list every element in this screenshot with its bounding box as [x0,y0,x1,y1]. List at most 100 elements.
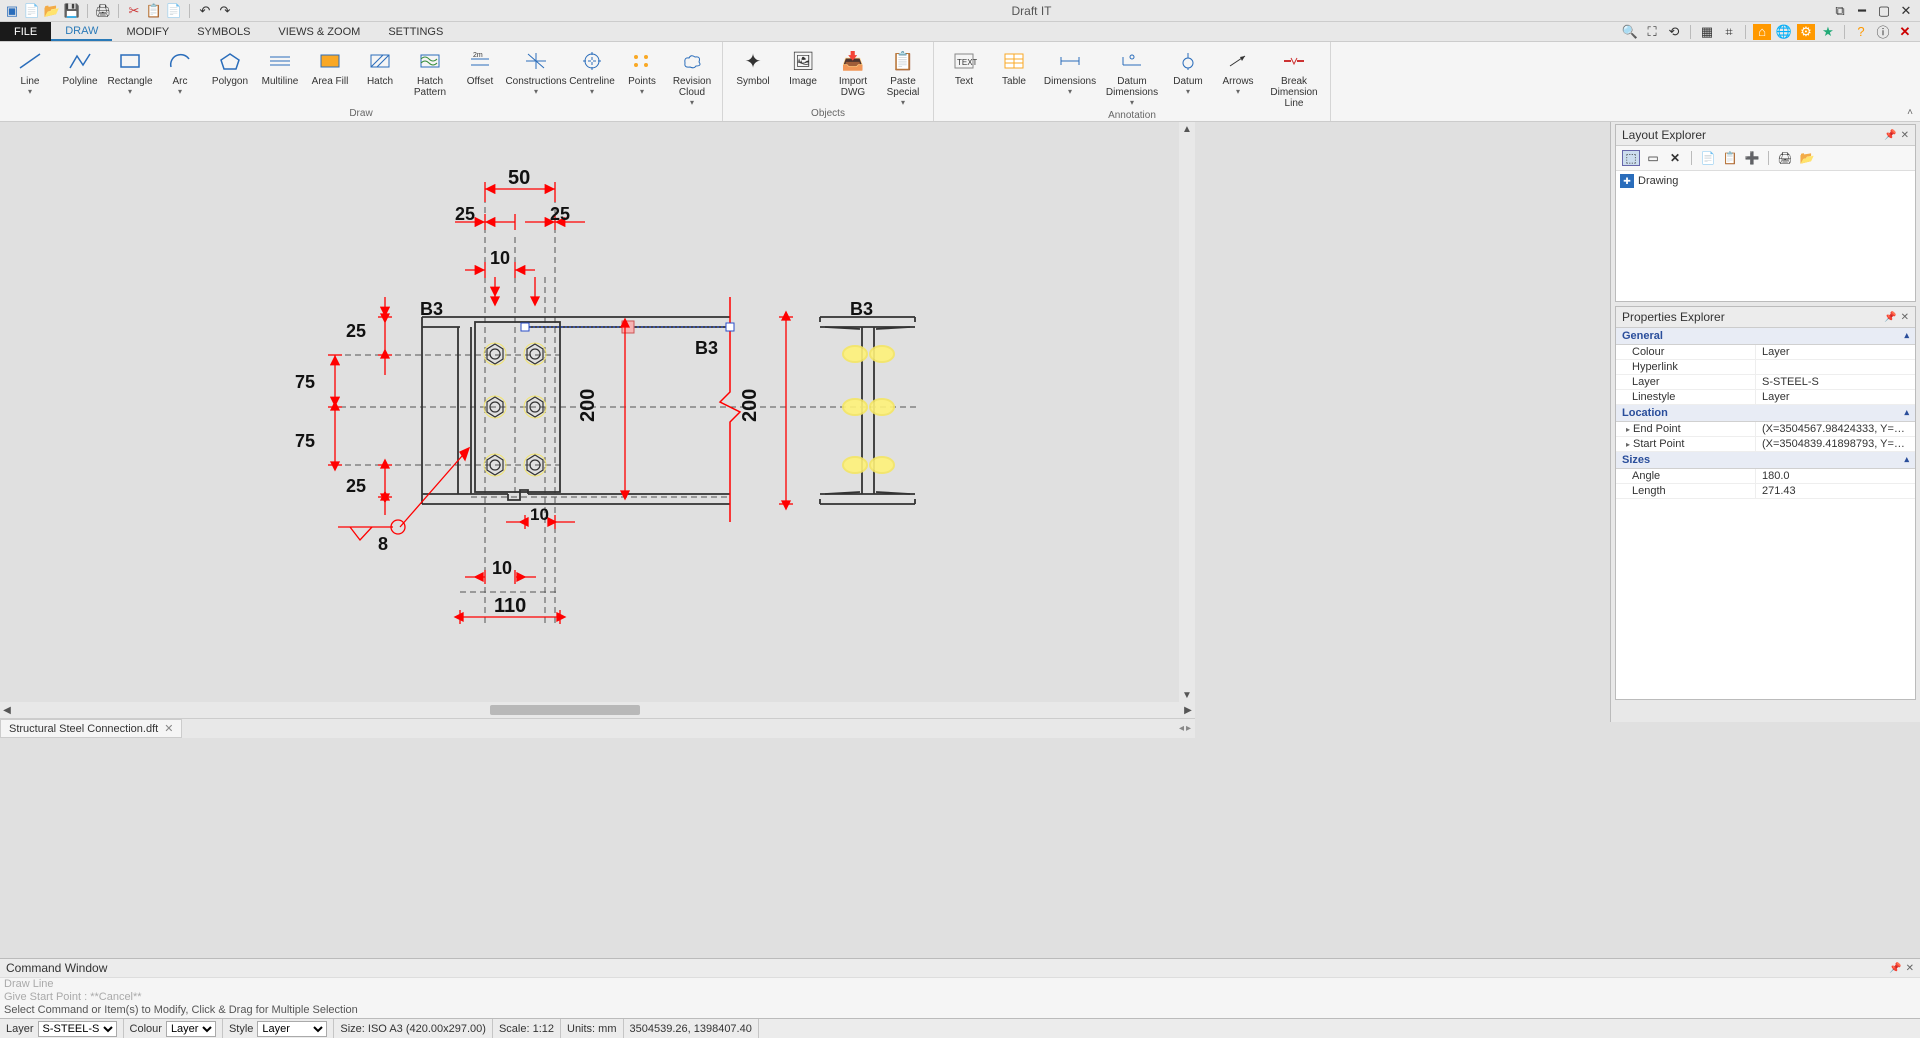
zoom-window-icon[interactable]: 🔍 [1621,24,1639,40]
close-icon[interactable]: ✕ [1896,2,1916,20]
close-panel-icon[interactable]: ✕ [1906,963,1914,974]
doctab-active[interactable]: Structural Steel Connection.dft ✕ [0,719,182,738]
tool-points[interactable]: Points▾ [618,46,666,107]
favorites-icon[interactable]: ★ [1819,24,1837,40]
tool-constructions[interactable]: Constructions▾ [506,46,566,107]
print-layout-icon[interactable]: 🖨 [1776,150,1794,166]
open-icon[interactable]: 📂 [44,3,60,19]
prop-row-layer[interactable]: LayerS-STEEL-S [1616,375,1915,390]
snap-icon[interactable]: ⌗ [1720,24,1738,40]
tool-areafill[interactable]: Area Fill [306,46,354,107]
tab-settings[interactable]: SETTINGS [374,22,457,41]
pin-icon[interactable]: 📌 [1884,312,1896,323]
home-icon[interactable]: ⌂ [1753,24,1771,40]
prop-cat-general[interactable]: General▴ [1616,328,1915,345]
tool-hatch[interactable]: Hatch [356,46,404,107]
tool-symbol[interactable]: ✦Symbol [729,46,777,107]
exit-icon[interactable]: ✕ [1896,24,1914,40]
help-icon[interactable]: ? [1852,24,1870,40]
tab-views-zoom[interactable]: VIEWS & ZOOM [264,22,374,41]
copy-icon[interactable]: 📋 [146,3,162,19]
tab-symbols[interactable]: SYMBOLS [183,22,264,41]
qat-icon[interactable]: ▣ [4,3,20,19]
close-doctab-icon[interactable]: ✕ [164,722,173,735]
tool-multiline[interactable]: Multiline [256,46,304,107]
prop-row-startpoint[interactable]: ▸Start Point(X=3504839.41898793, Y=13982… [1616,437,1915,452]
globe-icon[interactable]: 🌐 [1775,24,1793,40]
tool-text[interactable]: TEXTText [940,46,988,109]
tool-break-dim-line[interactable]: Break Dimension Line [1264,46,1324,109]
vertical-scrollbar[interactable]: ▲ ▼ [1179,122,1195,702]
tool-polygon[interactable]: Polygon [206,46,254,107]
save-icon[interactable]: 💾 [64,3,80,19]
grid-icon[interactable]: ▦ [1698,24,1716,40]
doctab-next-icon[interactable]: ▸ [1186,723,1191,734]
tool-centreline[interactable]: Centreline▾ [568,46,616,107]
redo-icon[interactable]: ↷ [217,3,233,19]
prop-row-hyperlink[interactable]: Hyperlink [1616,360,1915,375]
prop-row-colour[interactable]: ColourLayer [1616,345,1915,360]
tab-draw[interactable]: DRAW [51,22,112,41]
prop-row-length[interactable]: Length271.43 [1616,484,1915,499]
scroll-right-icon[interactable]: ▶ [1181,703,1195,717]
tool-arc[interactable]: Arc▾ [156,46,204,107]
scroll-thumb[interactable] [490,705,640,715]
prop-row-linestyle[interactable]: LinestyleLayer [1616,390,1915,405]
tool-image[interactable]: 🖼Image [779,46,827,107]
layout-prop-icon[interactable]: 📄 [1699,150,1717,166]
prop-cat-sizes[interactable]: Sizes▴ [1616,452,1915,469]
undo-icon[interactable]: ↶ [197,3,213,19]
status-colour-select[interactable]: Layer [166,1021,216,1037]
tool-hatch-pattern[interactable]: Hatch Pattern [406,46,454,107]
tool-datum[interactable]: Datum▾ [1164,46,1212,109]
tool-table[interactable]: Table [990,46,1038,109]
tool-datum-dimensions[interactable]: Datum Dimensions▾ [1102,46,1162,109]
layout-add-icon[interactable]: ➕ [1743,150,1761,166]
prop-row-endpoint[interactable]: ▸End Point(X=3504567.98424333, Y=1398220… [1616,422,1915,437]
tool-polyline[interactable]: Polyline [56,46,104,107]
tool-arrows[interactable]: Arrows▾ [1214,46,1262,109]
open-folder-icon[interactable]: 📂 [1798,150,1816,166]
maximize-icon[interactable]: ▢ [1874,2,1894,20]
scroll-up-icon[interactable]: ▲ [1180,122,1194,136]
tab-modify[interactable]: MODIFY [112,22,183,41]
close-panel-icon[interactable]: ✕ [1901,312,1909,323]
new-layout-icon[interactable]: ▭ [1644,150,1662,166]
minimize-icon[interactable]: ━ [1852,2,1872,20]
layout-node-drawing[interactable]: ✚ Drawing [1620,173,1911,189]
print-icon[interactable]: 🖨 [95,3,111,19]
scroll-down-icon[interactable]: ▼ [1180,688,1194,702]
zoom-prev-icon[interactable]: ⟲ [1665,24,1683,40]
active-layout-icon[interactable]: ⬚ [1622,150,1640,166]
close-panel-icon[interactable]: ✕ [1901,130,1909,141]
tool-line[interactable]: Line▾ [6,46,54,107]
layout-copy-icon[interactable]: 📋 [1721,150,1739,166]
drawing-canvas[interactable]: 50 25 25 10 25 75 75 25 200 200 10 10 11… [0,122,1195,702]
doctab-prev-icon[interactable]: ◂ [1179,723,1184,734]
delete-layout-icon[interactable]: ✕ [1666,150,1684,166]
tab-file[interactable]: FILE [0,22,51,41]
status-layer-select[interactable]: S-STEEL-S [38,1021,117,1037]
status-style-select[interactable]: Layer [257,1021,327,1037]
command-lines[interactable]: Draw Line Give Start Point : **Cancel** … [0,978,1920,1017]
tool-dimensions[interactable]: Dimensions▾ [1040,46,1100,109]
collapse-ribbon-icon[interactable]: ˄ [1907,107,1913,118]
info-icon[interactable]: ⓘ [1874,24,1892,40]
paste-icon[interactable]: 📄 [166,3,182,19]
prop-row-angle[interactable]: Angle180.0 [1616,469,1915,484]
scroll-left-icon[interactable]: ◀ [0,703,14,717]
tool-rectangle[interactable]: Rectangle▾ [106,46,154,107]
horizontal-scrollbar[interactable]: ◀ ▶ [0,702,1195,718]
cut-icon[interactable]: ✂ [126,3,142,19]
tool-offset[interactable]: 2mOffset [456,46,504,107]
pin-icon[interactable]: 📌 [1889,963,1901,974]
settings-icon[interactable]: ⚙ [1797,24,1815,40]
tool-import-dwg[interactable]: 📥Import DWG [829,46,877,107]
tool-paste-special[interactable]: 📋Paste Special▾ [879,46,927,107]
zoom-extents-icon[interactable]: ⛶ [1643,24,1661,40]
prop-cat-location[interactable]: Location▴ [1616,405,1915,422]
new-icon[interactable]: 📄 [24,3,40,19]
pin-icon[interactable]: 📌 [1884,130,1896,141]
tool-revision-cloud[interactable]: Revision Cloud▾ [668,46,716,107]
restore-icon[interactable]: ⧉ [1830,2,1850,20]
